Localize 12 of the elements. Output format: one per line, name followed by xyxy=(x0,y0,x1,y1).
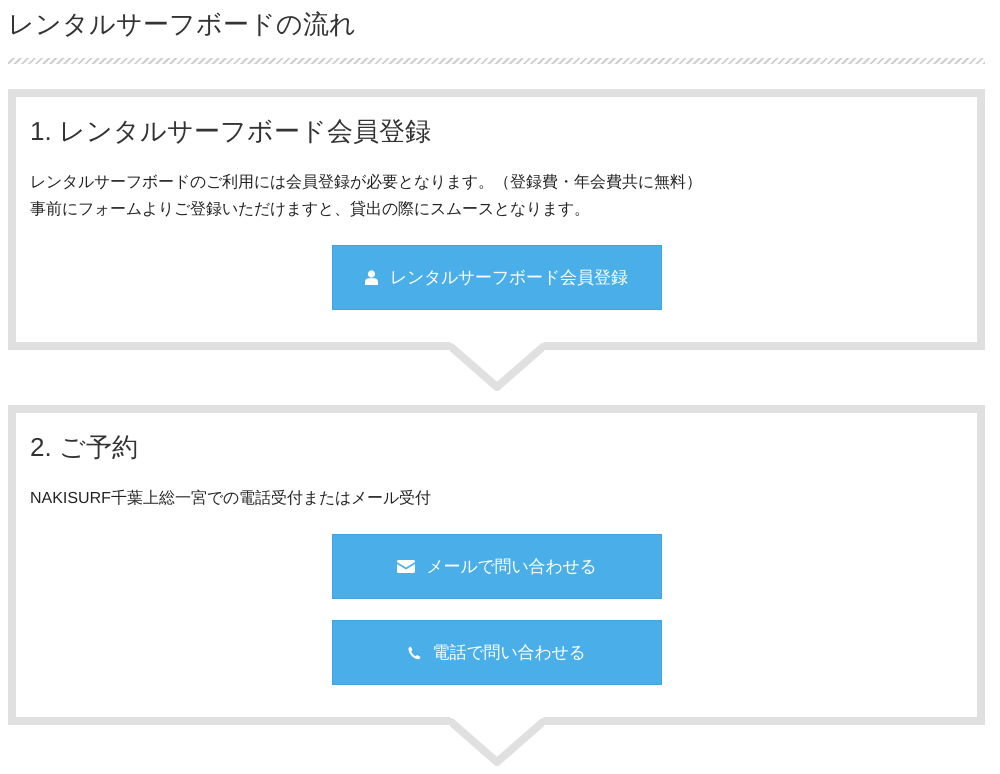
contact-button[interactable]: 電話で問い合わせる xyxy=(332,620,662,685)
page-title: レンタルサーフボードの流れ xyxy=(8,8,357,41)
step-description: レンタルサーフボードのご利用には会員登録が必要となります。（登録費・年会費共に無料） xyxy=(30,172,703,193)
step-description: 事前にフォームよりご登録いただけますと、貸出の際にスムースとなります。 xyxy=(30,200,591,220)
step-description: NAKISURF千葉上総一宮での電話受付またはメール受付 xyxy=(30,488,432,509)
phone-icon xyxy=(408,646,420,660)
envelope-icon xyxy=(396,560,414,573)
step-title: 2. ご予約 xyxy=(30,431,139,464)
contact-button[interactable]: メールで問い合わせる xyxy=(332,534,662,599)
step-title: 1. レンタルサーフボード会員登録 xyxy=(30,115,432,148)
contact-button[interactable]: レンタルサーフボード会員登録 xyxy=(332,245,662,310)
user-icon xyxy=(365,270,378,285)
